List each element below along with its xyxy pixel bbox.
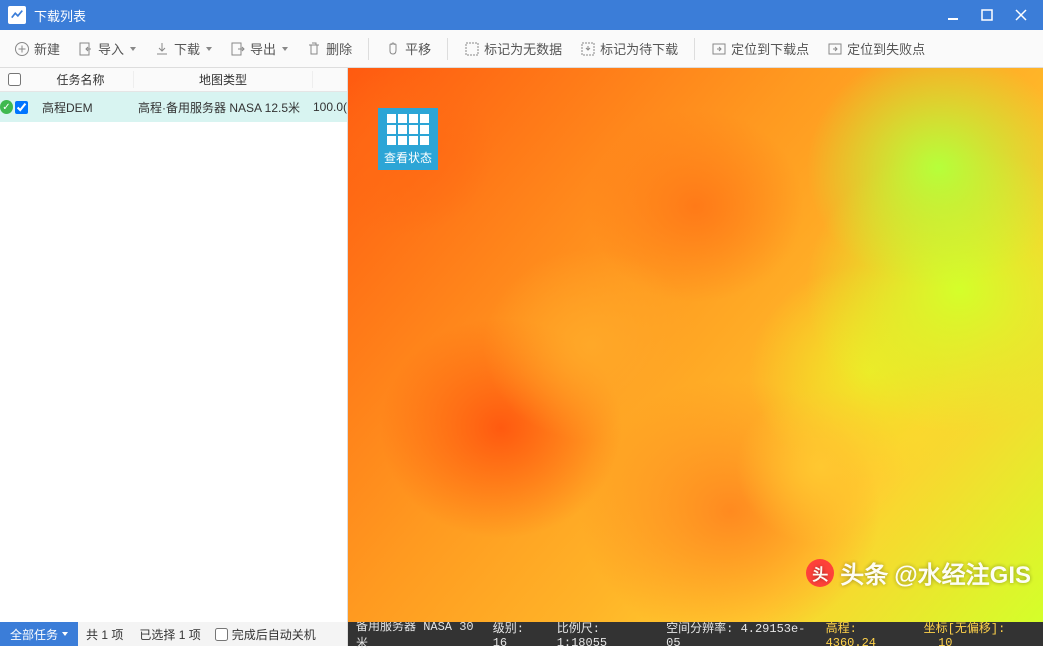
view-status-button[interactable]: 查看状态 <box>378 108 438 170</box>
statusbar-right: 备用服务器 NASA 30米 级别: 16 比例尺: 1:18055 空间分辨率… <box>348 622 1043 646</box>
export-button[interactable]: 导出 <box>222 35 296 62</box>
download-label: 下载 <box>174 39 200 58</box>
plus-circle-icon <box>14 41 30 57</box>
mark-nodata-label: 标记为无数据 <box>484 39 562 58</box>
import-label: 导入 <box>98 39 124 58</box>
column-task-name[interactable]: 任务名称 <box>28 71 134 88</box>
pan-label: 平移 <box>405 39 431 58</box>
status-scale-label: 比例尺: <box>557 622 600 636</box>
window-title: 下载列表 <box>34 6 945 25</box>
app-logo-icon <box>8 6 26 24</box>
export-icon <box>230 41 246 57</box>
view-status-label: 查看状态 <box>382 149 434 166</box>
heatmap-layer <box>348 68 1043 622</box>
locate-download-label: 定位到下载点 <box>731 39 809 58</box>
auto-shutdown-checkbox[interactable] <box>215 628 228 641</box>
statusbar-left: 全部任务 共 1 项 已选择 1 项 完成后自动关机 <box>0 622 348 646</box>
mark-pending-label: 标记为待下载 <box>600 39 678 58</box>
close-button[interactable] <box>1013 7 1029 23</box>
status-coord: 10 <box>938 636 952 650</box>
import-button[interactable]: 导入 <box>70 35 144 62</box>
toolbar-separator <box>368 38 369 60</box>
column-maptype[interactable]: 地图类型 <box>134 71 313 88</box>
locate-download-icon <box>711 41 727 57</box>
auto-shutdown-option[interactable]: 完成后自动关机 <box>209 626 316 643</box>
task-count: 共 1 项 <box>78 626 131 643</box>
status-ok-icon: ✓ <box>0 100 13 114</box>
task-row[interactable]: ✓ 高程DEM 高程·备用服务器 NASA 12.5米 100.0( <box>0 92 347 122</box>
main-body: 任务名称 地图类型 ✓ 高程DEM 高程·备用服务器 NASA 12.5米 10… <box>0 68 1043 622</box>
grid-icon <box>387 114 429 145</box>
delete-button[interactable]: 删除 <box>298 35 360 62</box>
locate-fail-icon <box>827 41 843 57</box>
mark-pending-button[interactable]: 标记为待下载 <box>572 35 686 62</box>
toolbar: 新建 导入 下载 导出 删除 平移 标记为无数据 标记为待下载 定位到下载点 定… <box>0 30 1043 68</box>
import-icon <box>78 41 94 57</box>
task-list-empty <box>0 122 347 622</box>
download-icon <box>154 41 170 57</box>
task-maptype: 高程·备用服务器 NASA 12.5米 <box>134 99 313 116</box>
select-all-checkbox[interactable] <box>8 73 21 86</box>
caret-down-icon <box>206 47 212 51</box>
trash-icon <box>306 41 322 57</box>
nodata-icon <box>464 41 480 57</box>
statusbar: 全部任务 共 1 项 已选择 1 项 完成后自动关机 备用服务器 NASA 30… <box>0 622 1043 646</box>
maximize-button[interactable] <box>979 7 995 23</box>
toolbar-separator <box>694 38 695 60</box>
locate-fail-label: 定位到失败点 <box>847 39 925 58</box>
locate-fail-button[interactable]: 定位到失败点 <box>819 35 933 62</box>
locate-download-button[interactable]: 定位到下载点 <box>703 35 817 62</box>
all-tasks-button[interactable]: 全部任务 <box>0 622 78 646</box>
export-label: 导出 <box>250 39 276 58</box>
titlebar: 下载列表 <box>0 0 1043 30</box>
new-button[interactable]: 新建 <box>6 35 68 62</box>
status-level: 16 <box>493 636 507 650</box>
status-elev-label: 高程: <box>826 622 857 636</box>
task-list-header: 任务名称 地图类型 <box>0 68 347 92</box>
selected-count: 已选择 1 项 <box>131 626 208 643</box>
watermark-logo-icon: 头 <box>806 559 834 587</box>
task-progress: 100.0( <box>313 100 347 114</box>
task-list-panel: 任务名称 地图类型 ✓ 高程DEM 高程·备用服务器 NASA 12.5米 10… <box>0 68 348 622</box>
caret-down-icon <box>62 632 68 636</box>
status-scale: 1:18055 <box>557 636 607 650</box>
watermark-prefix: 头条 <box>840 555 888 590</box>
map-viewport[interactable]: 查看状态 头 头条 @水经注GIS <box>348 68 1043 622</box>
pan-button[interactable]: 平移 <box>377 35 439 62</box>
status-coord-label: 坐标[无偏移]: <box>924 622 1006 636</box>
status-res-label: 空间分辨率: <box>666 622 733 636</box>
hand-icon <box>385 41 401 57</box>
new-label: 新建 <box>34 39 60 58</box>
watermark-text: @水经注GIS <box>894 555 1031 590</box>
watermark: 头 头条 @水经注GIS <box>806 555 1031 590</box>
status-level-label: 级别: <box>493 622 524 636</box>
caret-down-icon <box>130 47 136 51</box>
auto-shutdown-label: 完成后自动关机 <box>232 626 316 643</box>
all-tasks-label: 全部任务 <box>10 626 58 643</box>
status-elev: 4360.24 <box>826 636 876 650</box>
caret-down-icon <box>282 47 288 51</box>
minimize-button[interactable] <box>945 7 961 23</box>
delete-label: 删除 <box>326 39 352 58</box>
pending-icon <box>580 41 596 57</box>
task-checkbox[interactable] <box>15 101 28 114</box>
download-button[interactable]: 下载 <box>146 35 220 62</box>
mark-nodata-button[interactable]: 标记为无数据 <box>456 35 570 62</box>
task-name: 高程DEM <box>28 99 134 116</box>
toolbar-separator <box>447 38 448 60</box>
